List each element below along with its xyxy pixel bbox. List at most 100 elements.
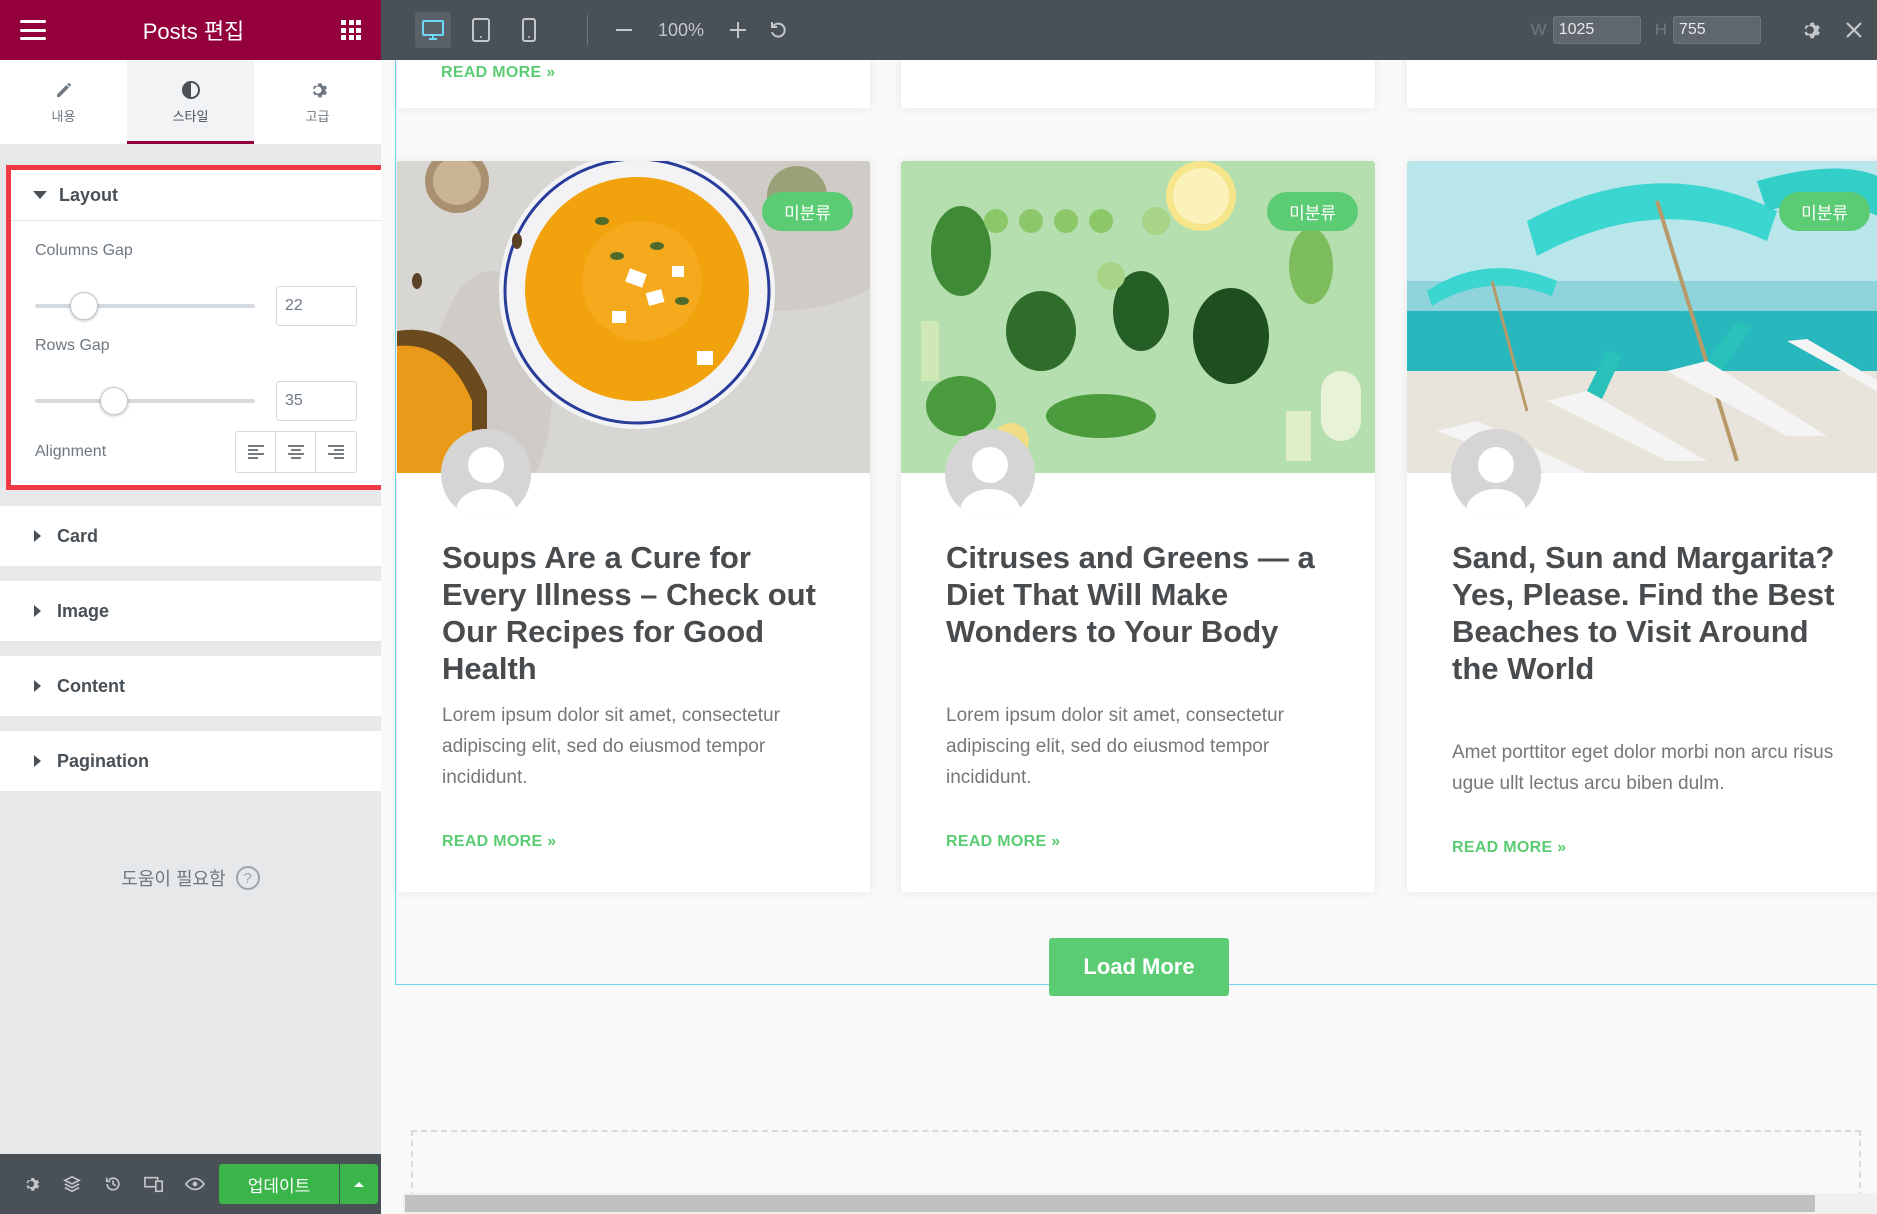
zoom-in-button[interactable] [728, 20, 748, 40]
pencil-icon [56, 82, 71, 97]
update-options-button[interactable] [340, 1164, 378, 1204]
post-excerpt: Lorem ipsum dolor sit amet, consectetur … [442, 705, 780, 788]
columns-gap-slider-handle[interactable] [70, 292, 98, 320]
responsive-toolbar: 100% W 1025 H 755 [381, 0, 1877, 60]
caret-right-icon [34, 755, 41, 767]
rows-gap-row: 35 [35, 381, 357, 421]
responsive-mode-button[interactable] [133, 1154, 174, 1214]
eye-icon [184, 1177, 205, 1191]
help-link[interactable]: 도움이 필요함 ? [0, 865, 381, 891]
layout-section-header[interactable]: Layout [11, 170, 381, 221]
horizontal-scrollbar[interactable] [403, 1193, 1877, 1214]
card-section-header[interactable]: Card [0, 506, 381, 566]
desktop-view-button[interactable] [415, 12, 451, 48]
read-more-link[interactable]: READ MORE » [441, 64, 555, 82]
width-input[interactable]: 1025 [1552, 16, 1641, 44]
pagination-section-title: Pagination [57, 750, 150, 771]
post-title[interactable]: Sand, Sun and Margarita? Yes, Please. Fi… [1452, 539, 1857, 687]
history-button[interactable] [92, 1154, 133, 1214]
author-avatar [441, 429, 531, 519]
gear-icon [26, 1177, 39, 1191]
toolbar-divider [587, 15, 588, 45]
load-more-button[interactable]: Load More [1049, 938, 1229, 996]
sidebar-title: Posts 편집 [142, 19, 245, 44]
category-badge[interactable]: 미분류 [762, 192, 853, 231]
preview-canvas: READ MORE » 미분류 Soups Are a Cure for Eve… [381, 60, 1877, 1214]
align-right-button[interactable] [316, 432, 356, 472]
alignment-control: Alignment [35, 431, 357, 473]
align-center-icon [287, 445, 304, 459]
user-icon [441, 429, 531, 519]
user-icon [1451, 429, 1541, 519]
caret-right-icon [34, 605, 41, 617]
half-circle-icon [181, 80, 200, 99]
question-icon: ? [235, 866, 260, 890]
alignment-label: Alignment [35, 443, 107, 460]
apps-grid-icon[interactable] [341, 20, 361, 40]
tablet-view-button[interactable] [463, 12, 499, 48]
navigator-button[interactable] [51, 1154, 92, 1214]
sidebar-tabs: 내용 스타일 고급 [0, 60, 381, 144]
author-avatar [1451, 429, 1541, 519]
minus-icon [616, 29, 632, 31]
pagination-section-header[interactable]: Pagination [0, 731, 381, 791]
columns-gap-slider[interactable] [35, 292, 255, 320]
layout-section: Layout Columns Gap 22 Rows Gap 35 Alignm… [6, 165, 386, 490]
category-badge[interactable]: 미분류 [1267, 192, 1358, 231]
rows-gap-slider-handle[interactable] [100, 387, 128, 415]
hamburger-menu-icon[interactable] [20, 20, 46, 40]
sidebar-footer: 업데이트 [0, 1154, 381, 1214]
read-more-link[interactable]: READ MORE » [442, 833, 556, 851]
mobile-icon [522, 18, 536, 42]
help-text: 도움이 필요함 [121, 869, 226, 889]
tab-advanced[interactable]: 고급 [254, 60, 381, 144]
desktop-icon [422, 20, 444, 40]
close-toolbar-button[interactable] [1845, 21, 1863, 39]
columns-gap-input[interactable]: 22 [276, 286, 357, 326]
mobile-view-button[interactable] [511, 12, 547, 48]
read-more-link[interactable]: READ MORE » [946, 833, 1060, 851]
height-label: H [1654, 20, 1667, 39]
tab-content[interactable]: 내용 [0, 60, 127, 144]
rows-gap-slider[interactable] [35, 387, 255, 415]
align-left-button[interactable] [236, 432, 276, 472]
post-card: 미분류 Citruses and Greens — a Diet That Wi… [901, 161, 1375, 892]
columns-gap-control: Columns Gap [35, 242, 357, 260]
tab-style[interactable]: 스타일 [127, 60, 254, 144]
caret-down-icon [33, 191, 47, 199]
post-thumbnail[interactable]: 미분류 [397, 161, 870, 473]
content-section-header[interactable]: Content [0, 656, 381, 716]
post-card: 미분류 Soups Are a Cure for Every Illness –… [397, 161, 870, 892]
image-section-header[interactable]: Image [0, 581, 381, 641]
post-thumbnail[interactable]: 미분류 [901, 161, 1375, 473]
reset-zoom-button[interactable] [768, 20, 788, 40]
tab-style-label: 스타일 [172, 108, 209, 124]
post-card-previous [901, 60, 1375, 108]
zoom-out-button[interactable] [614, 20, 634, 40]
update-button[interactable]: 업데이트 [219, 1164, 339, 1204]
read-more-link[interactable]: READ MORE » [1452, 839, 1566, 857]
category-badge[interactable]: 미분류 [1779, 192, 1870, 231]
history-icon [105, 1177, 120, 1191]
toolbar-settings-button[interactable] [1799, 19, 1821, 41]
user-icon [945, 429, 1035, 519]
align-right-icon [328, 445, 344, 459]
scrollbar-thumb[interactable] [405, 1195, 1815, 1212]
close-icon [1846, 22, 1862, 38]
editor-sidebar: Posts 편집 내용 스타일 고급 Layout Columns Gap 22… [0, 0, 386, 1214]
rows-gap-control: Rows Gap [35, 337, 357, 355]
rows-gap-input[interactable]: 35 [276, 381, 357, 421]
post-card-previous [1407, 60, 1877, 108]
post-excerpt: Amet porttitor eget dolor morbi non arcu… [1452, 742, 1834, 794]
post-title[interactable]: Soups Are a Cure for Every Illness – Che… [442, 539, 840, 687]
tab-content-label: 내용 [51, 108, 76, 124]
post-thumbnail[interactable]: 미분류 [1407, 161, 1877, 473]
post-title[interactable]: Citruses and Greens — a Diet That Will M… [946, 539, 1345, 650]
settings-button[interactable] [10, 1154, 51, 1214]
preview-button[interactable] [174, 1154, 215, 1214]
height-input[interactable]: 755 [1673, 16, 1761, 44]
tablet-icon [472, 18, 490, 42]
align-center-button[interactable] [276, 432, 316, 472]
layers-icon [62, 1175, 81, 1193]
layout-section-title: Layout [59, 184, 119, 205]
